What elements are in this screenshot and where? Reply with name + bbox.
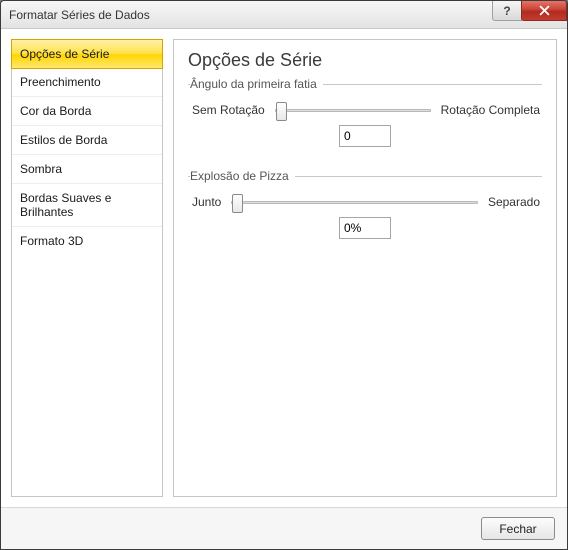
angle-min-label: Sem Rotação bbox=[192, 103, 265, 117]
help-button[interactable]: ? bbox=[492, 1, 522, 21]
dialog-body: Opções de SériePreenchimentoCor da Borda… bbox=[1, 29, 567, 507]
category-nav: Opções de SériePreenchimentoCor da Borda… bbox=[11, 39, 163, 497]
explosion-value-input[interactable] bbox=[339, 217, 391, 239]
nav-item-6[interactable]: Formato 3D bbox=[12, 227, 162, 255]
angle-slider-thumb[interactable] bbox=[276, 102, 287, 121]
nav-item-2[interactable]: Cor da Borda bbox=[12, 97, 162, 126]
group-legend-angle: Ângulo da primeira fatia bbox=[190, 77, 323, 91]
nav-item-0[interactable]: Opções de Série bbox=[11, 39, 163, 69]
close-dialog-button[interactable]: Fechar bbox=[481, 517, 555, 540]
angle-max-label: Rotação Completa bbox=[441, 103, 540, 117]
explosion-slider-thumb[interactable] bbox=[232, 194, 243, 213]
nav-item-3[interactable]: Estilos de Borda bbox=[12, 126, 162, 155]
nav-item-4[interactable]: Sombra bbox=[12, 155, 162, 184]
close-icon bbox=[539, 5, 550, 16]
dialog-footer: Fechar bbox=[1, 507, 567, 549]
nav-item-5[interactable]: Bordas Suaves e Brilhantes bbox=[12, 184, 162, 227]
content-heading: Opções de Série bbox=[188, 50, 542, 71]
group-first-slice-angle: Ângulo da primeira fatia Sem Rotação Rot… bbox=[188, 77, 542, 163]
close-button[interactable] bbox=[521, 1, 567, 21]
angle-value-input[interactable] bbox=[339, 125, 391, 147]
explosion-min-label: Junto bbox=[192, 195, 221, 209]
nav-item-1[interactable]: Preenchimento bbox=[12, 68, 162, 97]
angle-slider[interactable] bbox=[275, 109, 431, 112]
titlebar[interactable]: Formatar Séries de Dados ? bbox=[1, 1, 567, 29]
slider-row-explosion: Junto Separado bbox=[192, 195, 540, 209]
window-title: Formatar Séries de Dados bbox=[9, 8, 150, 22]
dialog-window: Formatar Séries de Dados ? Opções de Sér… bbox=[0, 0, 568, 550]
explosion-max-label: Separado bbox=[488, 195, 540, 209]
group-pie-explosion: Explosão de Pizza Junto Separado bbox=[188, 169, 542, 255]
group-legend-explosion: Explosão de Pizza bbox=[190, 169, 295, 183]
slider-row-angle: Sem Rotação Rotação Completa bbox=[192, 103, 540, 117]
content-panel: Opções de Série Ângulo da primeira fatia… bbox=[173, 39, 557, 497]
explosion-slider[interactable] bbox=[231, 201, 478, 204]
help-icon: ? bbox=[503, 4, 510, 18]
window-controls: ? bbox=[493, 1, 567, 21]
